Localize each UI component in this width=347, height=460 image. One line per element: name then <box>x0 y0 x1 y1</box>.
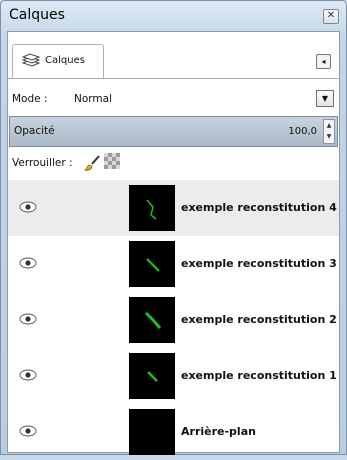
lock-pixels-icon[interactable] <box>84 154 102 172</box>
eye-icon[interactable] <box>18 424 38 438</box>
layer-name[interactable]: exemple reconstitution 3 <box>181 257 337 270</box>
title-bar[interactable]: Calques ✕ <box>1 1 346 31</box>
tab-bar: Calques ◂ <box>8 32 339 80</box>
layer-name[interactable]: exemple reconstitution 2 <box>181 313 337 326</box>
layer-thumbnail <box>129 297 175 343</box>
layer-row[interactable]: exemple reconstitution 2 <box>8 292 339 348</box>
layer-name[interactable]: exemple reconstitution 4 <box>181 201 337 214</box>
layer-row[interactable]: exemple reconstitution 3 <box>8 236 339 292</box>
layer-row[interactable]: exemple reconstitution 4 <box>8 180 339 236</box>
layer-name[interactable]: exemple reconstitution 1 <box>181 369 337 382</box>
tab-divider <box>8 78 339 79</box>
spin-up-icon[interactable]: ▲ <box>324 120 334 131</box>
opacity-slider[interactable]: Opacité 100,0 ▲ ▼ <box>9 116 338 147</box>
eye-icon[interactable] <box>18 200 38 214</box>
eye-icon[interactable] <box>18 312 38 326</box>
layer-name[interactable]: Arrière-plan <box>181 425 256 438</box>
tab-label: Calques <box>45 55 85 66</box>
layer-row[interactable]: Arrière-plan <box>8 404 339 460</box>
spin-down-icon[interactable]: ▼ <box>324 131 334 142</box>
eye-icon[interactable] <box>18 368 38 382</box>
tab-menu-icon: ◂ <box>321 57 326 66</box>
lock-alpha-icon[interactable] <box>104 153 120 169</box>
layer-thumbnail <box>129 353 175 399</box>
chevron-down-icon: ▼ <box>321 94 329 103</box>
opacity-label: Opacité <box>14 125 55 137</box>
window-title: Calques <box>9 7 65 23</box>
mode-select-value[interactable]: Normal <box>74 93 112 105</box>
layer-thumbnail <box>129 185 175 231</box>
eye-icon[interactable] <box>18 256 38 270</box>
dialog-content: Calques ◂ Mode : Normal ▼ Opacité 100,0 … <box>7 31 340 455</box>
lock-row: Verrouiller : <box>8 150 339 176</box>
layers-icon <box>21 53 41 67</box>
layer-thumbnail <box>129 409 175 455</box>
layer-row[interactable]: exemple reconstitution 1 <box>8 348 339 404</box>
tab-calques[interactable]: Calques <box>12 44 104 79</box>
layers-dialog: Calques ✕ Calques ◂ Mode : Normal ▼ Opac… <box>0 0 347 455</box>
opacity-spinner[interactable]: ▲ ▼ <box>323 119 335 144</box>
layer-thumbnail <box>129 241 175 287</box>
mode-dropdown-button[interactable]: ▼ <box>316 90 334 107</box>
lock-label: Verrouiller : <box>12 157 73 169</box>
tab-menu-button[interactable]: ◂ <box>316 54 331 69</box>
mode-label: Mode : <box>12 93 48 105</box>
close-button[interactable]: ✕ <box>323 9 339 24</box>
layer-list: exemple reconstitution 4 exemple reconst… <box>8 180 339 455</box>
close-icon: ✕ <box>326 10 336 21</box>
opacity-value[interactable]: 100,0 <box>288 126 317 137</box>
mode-row: Mode : Normal ▼ <box>8 87 339 111</box>
